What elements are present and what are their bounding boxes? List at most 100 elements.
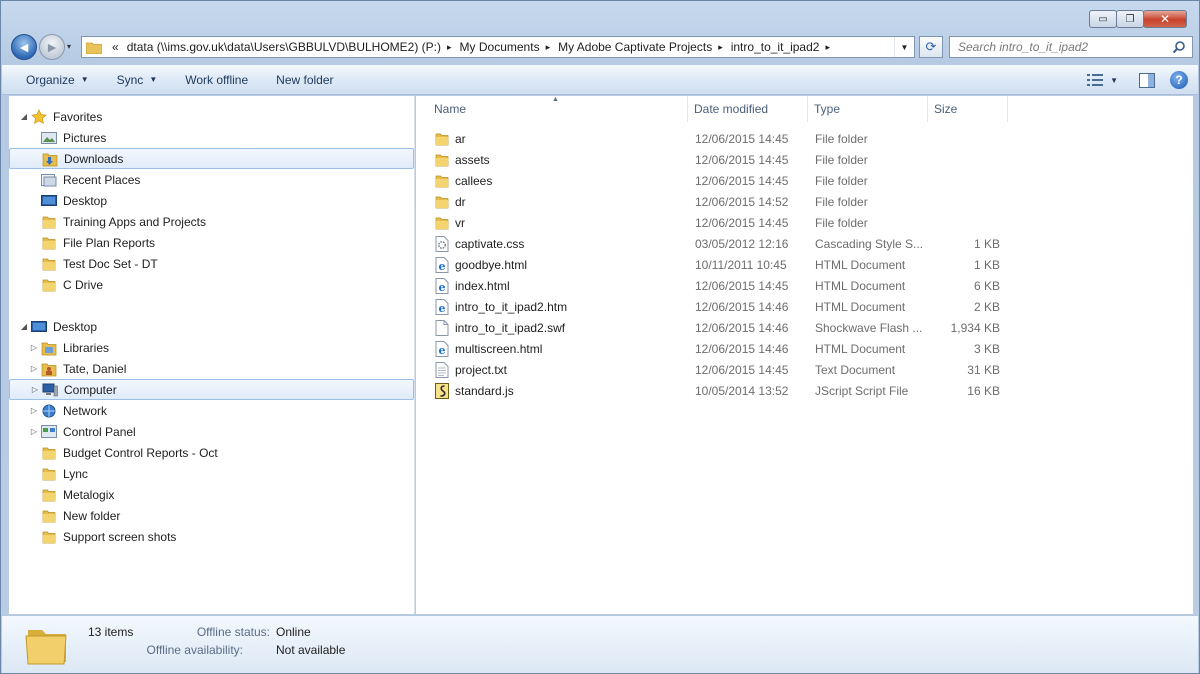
file-row[interactable]: vr 12/06/2015 14:45 File folder (416, 212, 1008, 233)
file-row[interactable]: callees 12/06/2015 14:45 File folder (416, 170, 1008, 191)
computer-icon (42, 382, 58, 398)
file-row[interactable]: e index.html 12/06/2015 14:45 HTML Document… (416, 275, 1008, 296)
chevron-right-icon[interactable]: ▸ (718, 42, 723, 53)
file-row[interactable]: standard.js 10/05/2014 13:52 JScript Scrip… (416, 380, 1008, 401)
file-row[interactable]: e goodbye.html 10/11/2011 10:45 HTML Docume… (416, 254, 1008, 275)
nav-item-downloads[interactable]: Downloads (9, 148, 414, 169)
help-button[interactable]: ? (1168, 69, 1190, 91)
organize-label: Organize (26, 72, 75, 87)
column-header-name[interactable]: Name ▲ (416, 96, 688, 122)
forward-button[interactable]: ► (39, 34, 65, 60)
search-box[interactable] (949, 36, 1193, 58)
expand-arrow-icon[interactable]: ▷ (29, 343, 39, 352)
address-overflow-chevron[interactable]: « (108, 40, 123, 54)
file-name-cell: dr (416, 194, 688, 210)
expand-arrow-icon[interactable]: ◢ (19, 322, 29, 331)
search-icon[interactable] (1172, 40, 1186, 54)
nav-item-network[interactable]: ▷ Network (9, 400, 414, 421)
nav-item-support-screen-shots[interactable]: Support screen shots (9, 526, 414, 547)
work-offline-button[interactable]: Work offline (171, 73, 262, 87)
organize-menu[interactable]: Organize ▼ (2, 73, 103, 87)
nav-group-desktop[interactable]: ◢ Desktop (9, 316, 414, 337)
nav-item-recent-places[interactable]: Recent Places (9, 169, 414, 190)
recent-pages-dropdown[interactable]: ▾ (67, 42, 71, 51)
address-history-dropdown[interactable]: ▼ (894, 37, 914, 57)
file-row[interactable]: dr 12/06/2015 14:52 File folder (416, 191, 1008, 212)
preview-pane-button[interactable] (1136, 69, 1158, 91)
view-controls: ▼ ? (1076, 69, 1190, 91)
nav-item-training-apps-and-projects[interactable]: Training Apps and Projects (9, 211, 414, 232)
expand-arrow-icon[interactable]: ▷ (29, 427, 39, 436)
file-size: 16 KB (967, 383, 1000, 398)
search-input[interactable] (958, 40, 1168, 54)
expand-arrow-icon[interactable]: ▷ (30, 385, 40, 394)
address-bar[interactable]: « dtata (\\ims.gov.uk\data\Users\GBBULVD… (81, 36, 915, 58)
nav-item-control-panel[interactable]: ▷ Control Panel (9, 421, 414, 442)
js-file-icon (434, 382, 450, 399)
html-file-icon: e (434, 256, 450, 273)
nav-item-test-doc-set-dt[interactable]: Test Doc Set - DT (9, 253, 414, 274)
nav-item-lync[interactable]: Lync (9, 463, 414, 484)
chevron-right-icon[interactable]: ▸ (447, 42, 452, 53)
nav-item-metalogix[interactable]: Metalogix (9, 484, 414, 505)
file-name: assets (455, 152, 490, 167)
nav-item-c-drive[interactable]: C Drive (9, 274, 414, 295)
file-name: callees (455, 173, 493, 188)
folder-icon (41, 445, 57, 461)
close-button[interactable]: ✕ (1143, 10, 1187, 28)
nav-item-file-plan-reports[interactable]: File Plan Reports (9, 232, 414, 253)
file-row[interactable]: intro_to_it_ipad2.swf 12/06/2015 14:46 Sho… (416, 317, 1008, 338)
nav-item-budget-control-reports-oct[interactable]: Budget Control Reports - Oct (9, 442, 414, 463)
nav-item-desktop[interactable]: Desktop (9, 190, 414, 211)
nav-item-libraries[interactable]: ▷ Libraries (9, 337, 414, 358)
file-type: HTML Document (815, 299, 906, 314)
file-row[interactable]: assets 12/06/2015 14:45 File folder (416, 149, 1008, 170)
change-view-button[interactable] (1084, 69, 1106, 91)
details-view-icon (1087, 74, 1104, 86)
breadcrumb-item[interactable]: My Adobe Captivate Projects ▸ (554, 40, 727, 54)
file-date: 12/06/2015 14:45 (695, 131, 789, 146)
sync-menu[interactable]: Sync ▼ (103, 73, 172, 87)
breadcrumb-item[interactable]: dtata (\\ims.gov.uk\data\Users\GBBULVD\B… (123, 40, 456, 54)
file-date: 03/05/2012 12:16 (695, 236, 789, 251)
file-name: multiscreen.html (455, 341, 543, 356)
expand-arrow-icon[interactable]: ▷ (29, 406, 39, 415)
file-name: ar (455, 131, 466, 146)
maximize-button[interactable]: ❐ (1116, 10, 1144, 28)
column-header-type[interactable]: Type (808, 96, 928, 122)
expand-arrow-icon[interactable]: ▷ (29, 364, 39, 373)
nav-item-pictures[interactable]: Pictures (9, 127, 414, 148)
folder-icon (41, 256, 57, 272)
view-options-dropdown[interactable]: ▼ (1110, 76, 1118, 85)
file-row[interactable]: project.txt 12/06/2015 14:45 Text Document… (416, 359, 1008, 380)
column-header-date[interactable]: Date modified (688, 96, 808, 122)
nav-item-tate-daniel[interactable]: ▷ Tate, Daniel (9, 358, 414, 379)
nav-item-label: Desktop (63, 193, 108, 208)
html-file-icon: e (434, 340, 450, 357)
nav-item-new-folder[interactable]: New folder (9, 505, 414, 526)
file-type: Text Document (815, 362, 896, 377)
new-folder-button[interactable]: New folder (262, 73, 347, 87)
refresh-button[interactable]: ⟳ (919, 36, 943, 58)
nav-group-favorites[interactable]: ◢ Favorites (9, 106, 414, 127)
breadcrumb-item[interactable]: intro_to_it_ipad2 ▸ (727, 40, 834, 54)
navigation-bar: ◄ ► ▾ « dtata (\\ims.gov.uk\data\Users\G… (9, 33, 1193, 61)
file-size: 31 KB (967, 362, 1000, 377)
column-header-size[interactable]: Size (928, 96, 1008, 122)
nav-item-label: Lync (63, 466, 88, 481)
file-name: vr (455, 215, 465, 230)
file-type: HTML Document (815, 257, 906, 272)
back-button[interactable]: ◄ (11, 34, 37, 60)
file-row[interactable]: captivate.css 03/05/2012 12:16 Cascading S… (416, 233, 1008, 254)
file-size: 1 KB (973, 236, 1000, 251)
nav-item-computer[interactable]: ▷ Computer (9, 379, 414, 400)
file-date: 12/06/2015 14:45 (695, 152, 789, 167)
chevron-right-icon[interactable]: ▸ (546, 42, 551, 53)
file-row[interactable]: e multiscreen.html 12/06/2015 14:46 HTML Do… (416, 338, 1008, 359)
breadcrumb-item[interactable]: My Documents ▸ (456, 40, 555, 54)
file-row[interactable]: ar 12/06/2015 14:45 File folder (416, 128, 1008, 149)
chevron-right-icon[interactable]: ▸ (825, 42, 830, 53)
file-row[interactable]: e intro_to_it_ipad2.htm 12/06/2015 14:46 HT… (416, 296, 1008, 317)
expand-arrow-icon[interactable]: ◢ (19, 112, 29, 121)
minimize-button[interactable]: ▭ (1089, 10, 1117, 28)
